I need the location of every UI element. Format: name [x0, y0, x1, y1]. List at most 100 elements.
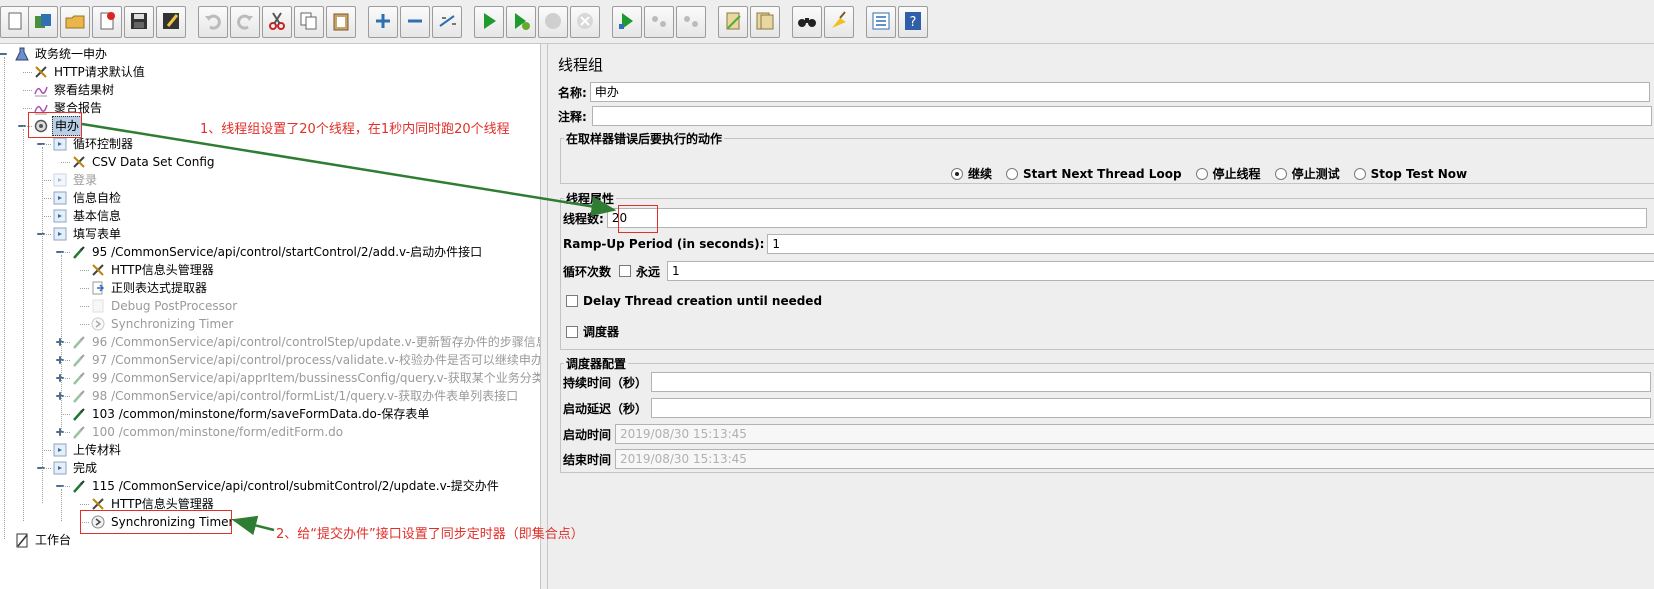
on-error-option[interactable]: 停止线程: [1195, 165, 1261, 182]
radio-button[interactable]: [1274, 167, 1287, 180]
stop-button[interactable]: [538, 6, 568, 38]
clear-button[interactable]: [718, 6, 748, 38]
tree-node[interactable]: 信息自检: [52, 189, 123, 207]
tree-node-label: HTTP信息头管理器: [111, 263, 214, 277]
controller-icon: [52, 172, 68, 188]
help-button[interactable]: ?: [898, 6, 928, 38]
remote-start-button[interactable]: [612, 6, 642, 38]
search-button[interactable]: [792, 6, 822, 38]
tree-node[interactable]: 工作台: [14, 531, 73, 549]
comment-field[interactable]: [591, 106, 1652, 126]
templates-button[interactable]: [28, 6, 58, 38]
shutdown-button[interactable]: [570, 6, 600, 38]
tree-node[interactable]: 100 /common/minstone/form/editForm.do: [71, 423, 345, 441]
radio-button[interactable]: [951, 167, 963, 180]
tree-node[interactable]: CSV Data Set Config: [71, 153, 217, 171]
name-label: 名称:: [558, 85, 587, 100]
end-time-field[interactable]: 2019/08/30 15:13:45: [615, 449, 1654, 469]
tree-node[interactable]: HTTP信息头管理器: [90, 261, 216, 279]
open-button[interactable]: [60, 6, 90, 38]
annotation-box-thread-group: [28, 112, 82, 138]
tree-node[interactable]: 基本信息: [52, 207, 123, 225]
sampler-pipette-icon: [71, 370, 87, 386]
redo-button[interactable]: [230, 6, 260, 38]
forever-checkbox[interactable]: [619, 265, 632, 277]
on-error-legend: 在取样器错误后要执行的动作: [566, 132, 723, 146]
close-button[interactable]: [92, 6, 122, 38]
reset-search-button[interactable]: [824, 6, 854, 38]
duration-field[interactable]: [651, 372, 1652, 392]
save-as-button[interactable]: [156, 6, 186, 38]
name-field[interactable]: 申办: [589, 82, 1650, 102]
name-row: 名称: 申办: [558, 82, 1650, 102]
tree-node[interactable]: 察看结果树: [33, 81, 116, 99]
paste-button[interactable]: [326, 6, 356, 38]
tree-connector: [80, 288, 89, 289]
save-button[interactable]: [124, 6, 154, 38]
workbench-icon: [14, 532, 30, 548]
function-helper-button[interactable]: [866, 6, 896, 38]
clear-all-button[interactable]: [750, 6, 780, 38]
undo-icon: [202, 10, 224, 35]
tree-connector: [80, 306, 89, 307]
new-button[interactable]: [0, 6, 30, 38]
on-error-option[interactable]: 继续: [951, 165, 992, 182]
collapse-button[interactable]: [400, 6, 430, 38]
tree-node[interactable]: 99 /CommonService/api/apprItem/bussiness…: [71, 369, 540, 387]
start-time-field[interactable]: 2019/08/30 15:13:45: [615, 424, 1654, 444]
tree-node[interactable]: HTTP请求默认值: [33, 63, 147, 81]
clear-all-icon: [754, 10, 776, 35]
loop-count-field[interactable]: 1: [667, 261, 1654, 281]
function-helper-icon: [870, 10, 892, 35]
radio-button[interactable]: [1006, 167, 1019, 180]
threads-field[interactable]: 20: [606, 208, 1647, 228]
toggle-button[interactable]: [432, 6, 462, 38]
end-time-label: 结束时间: [563, 452, 612, 467]
tree-node[interactable]: 115 /CommonService/api/control/submitCon…: [71, 477, 501, 495]
tree-node[interactable]: Synchronizing Timer: [90, 315, 235, 333]
tree-node[interactable]: 95 /CommonService/api/control/startContr…: [71, 243, 484, 261]
tree-node[interactable]: 96 /CommonService/api/control/controlSte…: [71, 333, 540, 351]
radio-button[interactable]: [1195, 167, 1208, 180]
on-error-option[interactable]: Stop Test Now: [1353, 165, 1468, 182]
copy-button[interactable]: [294, 6, 324, 38]
cut-button[interactable]: [262, 6, 292, 38]
rampup-row: Ramp-Up Period (in seconds): 1: [563, 234, 1654, 254]
startup-delay-field[interactable]: [651, 398, 1652, 418]
tree-connector: [61, 396, 70, 397]
tree-guide-line: [23, 129, 24, 521]
tree-node[interactable]: 完成: [52, 459, 99, 477]
expand-button[interactable]: [368, 6, 398, 38]
start-time-row: 启动时间 2019/08/30 15:13:45: [563, 424, 1654, 444]
start-no-pauses-button[interactable]: [506, 6, 536, 38]
undo-button[interactable]: [198, 6, 228, 38]
tree-connector: [80, 324, 89, 325]
delay-thread-checkbox[interactable]: [566, 295, 578, 307]
radio-label: 停止线程: [1212, 167, 1261, 181]
tree-node[interactable]: 填写表单: [52, 225, 123, 243]
remote-shutdown-button[interactable]: [676, 6, 706, 38]
radio-button[interactable]: [1353, 167, 1366, 180]
tree-node[interactable]: Debug PostProcessor: [90, 297, 239, 315]
tree-node[interactable]: 正则表达式提取器: [90, 279, 209, 297]
tree-node[interactable]: 上传材料: [52, 441, 123, 459]
scheduler-checkbox[interactable]: [566, 325, 578, 338]
on-error-option[interactable]: Start Next Thread Loop: [1006, 165, 1182, 182]
start-button[interactable]: [474, 6, 504, 38]
on-error-option[interactable]: 停止测试: [1274, 165, 1340, 182]
tree-node-label: 信息自检: [73, 191, 122, 205]
forever-label: 永远: [636, 264, 661, 279]
delay-row: Delay Thread creation until needed: [566, 294, 822, 308]
split-pane-divider[interactable]: [540, 44, 548, 589]
tree-node[interactable]: 103 /common/minstone/form/saveFormData.d…: [71, 405, 431, 423]
tree-node[interactable]: 政务统一申办: [14, 45, 109, 63]
remote-stop-icon: [648, 10, 670, 35]
tree-node[interactable]: 登录: [52, 171, 99, 189]
radio-label: Stop Test Now: [1370, 166, 1468, 181]
duration-label: 持续时间（秒）: [563, 375, 648, 390]
rampup-field[interactable]: 1: [767, 234, 1654, 254]
tree-node[interactable]: 98 /CommonService/api/control/formList/1…: [71, 387, 520, 405]
tree-node[interactable]: 97 /CommonService/api/control/process/va…: [71, 351, 540, 369]
on-error-group: 在取样器错误后要执行的动作 继续 Start Next Thread Loop 停止…: [560, 130, 1654, 184]
remote-stop-button[interactable]: [644, 6, 674, 38]
